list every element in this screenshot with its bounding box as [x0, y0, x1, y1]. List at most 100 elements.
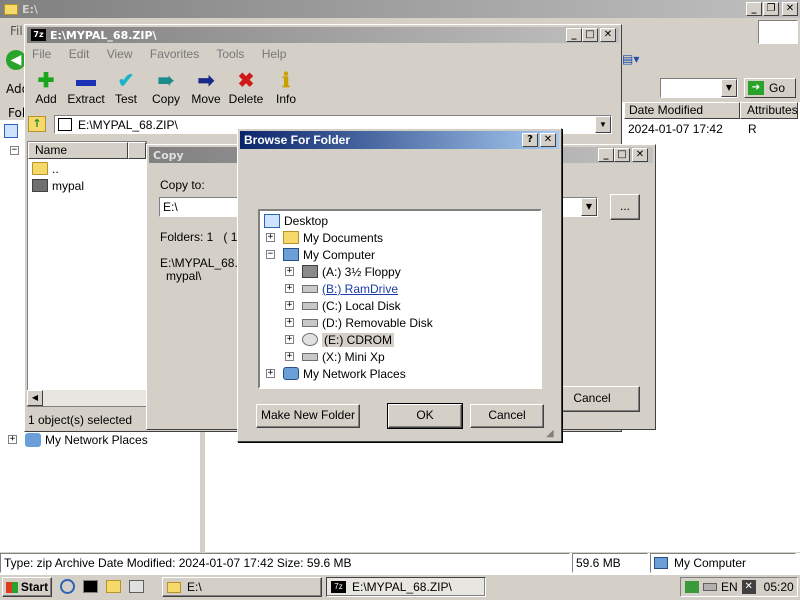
drive-tray-icon[interactable]: [703, 583, 717, 591]
task-7zip-label: E:\MYPAL_68.ZIP\: [352, 580, 452, 594]
cmd-icon[interactable]: [83, 580, 98, 593]
row-date[interactable]: 2024-01-07 17:42: [628, 122, 723, 136]
scroll-left-icon[interactable]: ◀: [27, 390, 43, 406]
minimize-button[interactable]: _: [746, 2, 762, 16]
task-explorer[interactable]: E:\: [162, 577, 322, 597]
copy-dest-field-right[interactable]: ▼: [560, 197, 598, 217]
tree-item-desktop[interactable]: Desktop: [264, 212, 328, 229]
back-icon[interactable]: ◀: [6, 50, 26, 70]
menu-view[interactable]: View: [107, 47, 133, 61]
view-dropdown-icon[interactable]: ▤▾: [622, 52, 639, 68]
move-label: Move: [191, 92, 221, 106]
menu-edit[interactable]: Edit: [69, 47, 90, 61]
start-label: Start: [20, 580, 49, 594]
expand-icon[interactable]: −: [10, 146, 19, 155]
tree-item-my-documents[interactable]: + My Documents: [266, 229, 383, 246]
search-box[interactable]: [758, 20, 798, 44]
chevron-down-icon[interactable]: ▼: [721, 79, 737, 97]
horizontal-scrollbar[interactable]: ◀: [27, 390, 147, 406]
column-attributes[interactable]: Attributes: [740, 102, 798, 119]
copy-close-button[interactable]: ✕: [632, 148, 648, 162]
help-button[interactable]: ?: [522, 133, 538, 147]
task-7zip[interactable]: 7z E:\MYPAL_68.ZIP\: [326, 577, 486, 597]
explorer-quick-icon[interactable]: [106, 580, 121, 593]
close-button[interactable]: ✕: [782, 2, 798, 16]
expand-icon[interactable]: +: [285, 267, 294, 276]
expand-icon[interactable]: +: [285, 318, 294, 327]
zip-maximize-button[interactable]: □: [582, 28, 598, 42]
desktop-icon: [4, 124, 18, 138]
check-icon: ✔: [117, 69, 135, 92]
tree-item-my-network-places[interactable]: + My Network Places: [266, 365, 406, 382]
tree-item-label: (C:) Local Disk: [322, 298, 401, 313]
copy-minimize-button[interactable]: _: [598, 148, 614, 162]
list-item-parent[interactable]: ..: [32, 160, 59, 177]
column-name[interactable]: Name: [28, 142, 128, 159]
expand-icon[interactable]: +: [285, 284, 294, 293]
delete-button[interactable]: ✖ Delete: [224, 68, 268, 107]
browse-title: Browse For Folder: [244, 133, 351, 147]
folder-icon: [4, 3, 18, 15]
copy-dest-field[interactable]: E:\: [159, 197, 239, 217]
show-desktop-icon[interactable]: [129, 580, 144, 593]
expand-icon[interactable]: +: [8, 435, 17, 444]
close-x-tray-icon[interactable]: ✕: [741, 580, 756, 594]
expand-icon[interactable]: +: [285, 335, 294, 344]
copy-info-item: mypal\: [166, 269, 202, 283]
chevron-down-icon[interactable]: ▼: [595, 116, 611, 133]
tree-item-b-ramdrive[interactable]: + (B:) RamDrive: [285, 280, 398, 297]
copy-button[interactable]: ➠ Copy: [144, 68, 188, 107]
list-item-mypal[interactable]: mypal: [32, 177, 84, 194]
tree-item-d-removable-disk[interactable]: + (D:) Removable Disk: [285, 314, 433, 331]
move-button[interactable]: ➡ Move: [184, 68, 228, 107]
chevron-down-icon[interactable]: ▼: [581, 198, 597, 216]
tree-item-label: My Documents: [303, 230, 384, 245]
tree-network-places[interactable]: + My Network Places: [8, 431, 148, 448]
expand-icon[interactable]: −: [266, 250, 275, 259]
extract-button[interactable]: ▬ Extract: [64, 68, 108, 107]
tree-item-label: My Network Places: [303, 366, 406, 381]
resize-grip-icon[interactable]: ◢: [546, 428, 558, 440]
cdrom-icon: [302, 333, 318, 346]
tree-item-c-local-disk[interactable]: + (C:) Local Disk: [285, 297, 401, 314]
tree-item-x-mini-xp[interactable]: + (X:) Mini Xp: [285, 348, 385, 365]
menu-favorites[interactable]: Favorites: [150, 47, 199, 61]
ie-icon[interactable]: [60, 579, 75, 594]
drive-icon: [302, 318, 318, 327]
ok-button[interactable]: OK: [387, 403, 463, 429]
zip-minimize-button[interactable]: _: [566, 28, 582, 42]
add-button[interactable]: ✚ Add: [24, 68, 68, 107]
go-button[interactable]: ➔ Go: [744, 78, 796, 98]
expand-icon[interactable]: +: [285, 301, 294, 310]
floppy-icon: [302, 265, 318, 278]
item-parent-label: ..: [52, 161, 59, 176]
make-new-folder-button[interactable]: Make New Folder: [256, 404, 360, 428]
up-folder-icon[interactable]: ↑: [28, 116, 46, 132]
file-menu[interactable]: Fil: [10, 24, 23, 38]
menu-help[interactable]: Help: [262, 47, 287, 61]
row-attr[interactable]: R: [748, 122, 757, 136]
info-button[interactable]: ℹ Info: [264, 68, 308, 107]
menu-tools[interactable]: Tools: [216, 47, 244, 61]
copy-maximize-button[interactable]: □: [614, 148, 630, 162]
start-button[interactable]: Start: [2, 577, 52, 597]
tray-lang[interactable]: EN: [721, 580, 738, 594]
expand-icon[interactable]: +: [266, 369, 275, 378]
browse-button[interactable]: ...: [610, 194, 640, 220]
test-button[interactable]: ✔ Test: [104, 68, 148, 107]
tree-item-a-3-floppy[interactable]: + (A:) 3½ Floppy: [285, 263, 401, 280]
address-dropdown[interactable]: ▼: [660, 78, 738, 98]
minus-icon: ▬: [76, 68, 96, 91]
tree-item-e-cdrom[interactable]: + (E:) CDROM: [285, 331, 394, 348]
tree-item-my-computer[interactable]: − My Computer: [266, 246, 375, 263]
safely-remove-icon[interactable]: [685, 581, 699, 593]
browse-cancel-button[interactable]: Cancel: [470, 404, 544, 428]
column-next[interactable]: [128, 142, 146, 159]
restore-button[interactable]: ❐: [763, 2, 779, 16]
expand-icon[interactable]: +: [266, 233, 275, 242]
column-date-modified[interactable]: Date Modified: [624, 102, 740, 119]
expand-icon[interactable]: +: [285, 352, 294, 361]
zip-close-button[interactable]: ✕: [600, 28, 616, 42]
menu-file[interactable]: File: [32, 47, 51, 61]
browse-close-button[interactable]: ✕: [540, 133, 556, 147]
